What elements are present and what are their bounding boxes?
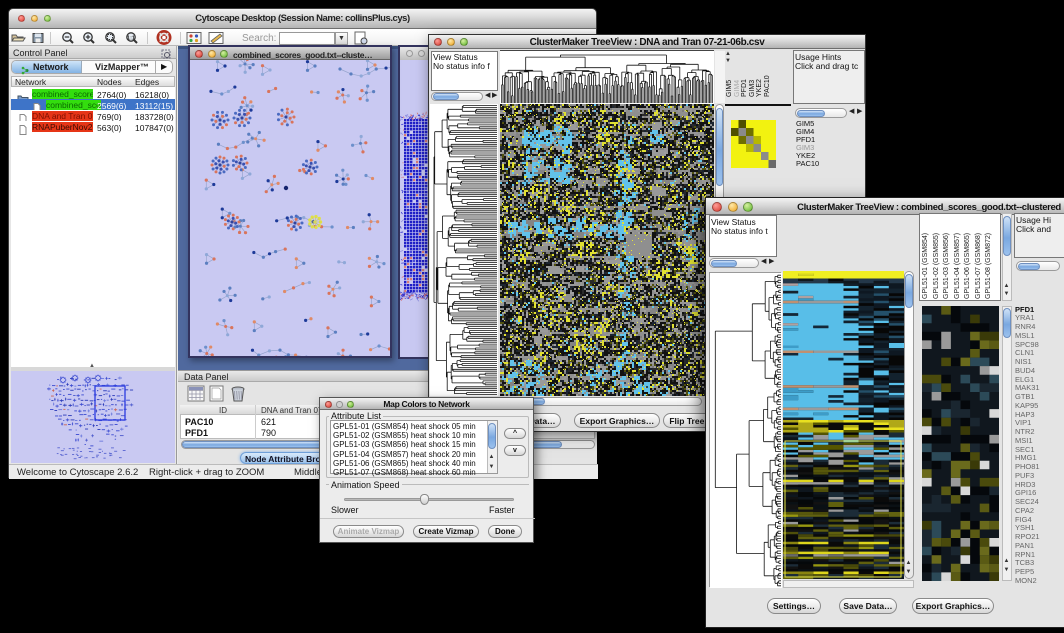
svg-text:1:1: 1:1 [127, 36, 135, 42]
